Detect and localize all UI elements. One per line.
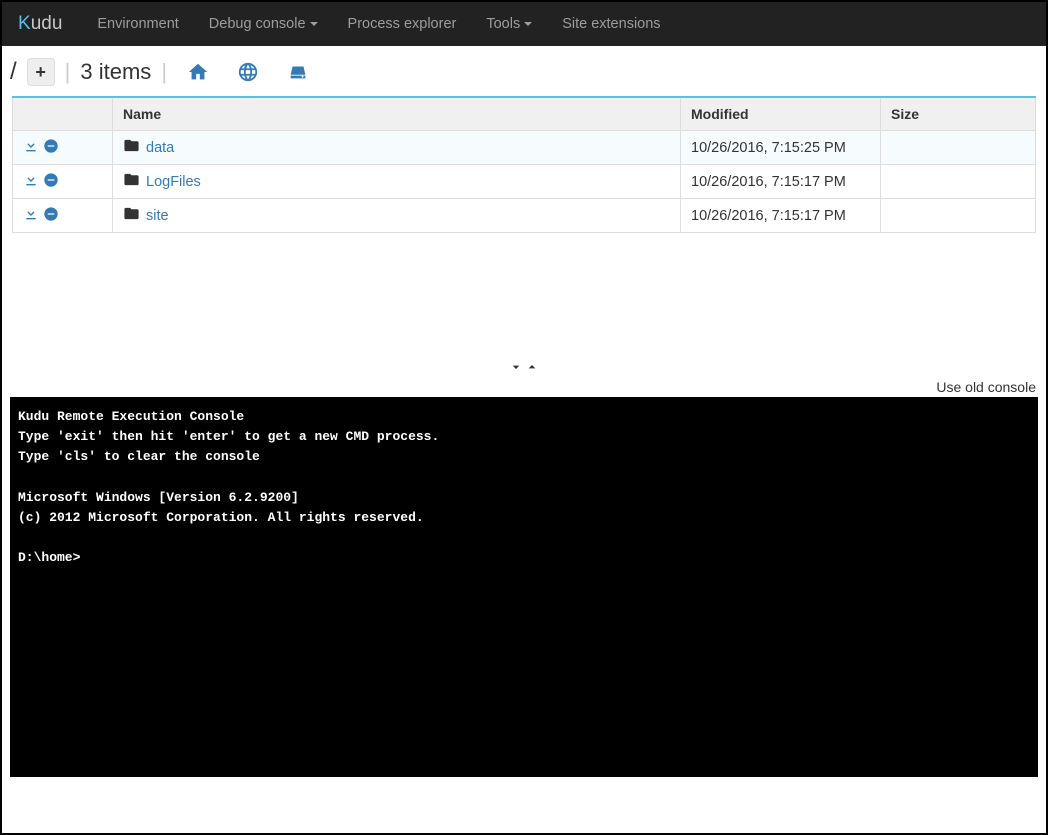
nav-item[interactable]: Tools: [471, 2, 547, 46]
folder-icon: [123, 171, 140, 192]
row-modified-cell: 10/26/2016, 7:15:17 PM: [681, 199, 881, 233]
globe-icon[interactable]: [237, 61, 259, 83]
brand-text-rest: udu: [31, 13, 63, 34]
chevron-down-icon: [508, 359, 524, 375]
folder-link[interactable]: site: [146, 208, 169, 224]
row-name-cell: site: [113, 199, 681, 233]
row-size-cell: [881, 165, 1036, 199]
path-root[interactable]: /: [10, 58, 17, 86]
nav-item[interactable]: Environment: [82, 2, 193, 46]
breadcrumb-icons: [187, 61, 309, 83]
col-name-header[interactable]: Name: [113, 97, 681, 131]
caret-icon: [524, 22, 532, 26]
folder-link[interactable]: LogFiles: [146, 174, 201, 190]
row-actions: [13, 165, 113, 199]
nav-item[interactable]: Process explorer: [333, 2, 472, 46]
row-actions: [13, 131, 113, 165]
table-row[interactable]: site 10/26/2016, 7:15:17 PM: [13, 199, 1036, 233]
nav-items: EnvironmentDebug console Process explore…: [82, 2, 675, 46]
folder-icon: [123, 137, 140, 158]
row-modified-cell: 10/26/2016, 7:15:17 PM: [681, 165, 881, 199]
table-header-row: Name Modified Size: [13, 97, 1036, 131]
row-size-cell: [881, 131, 1036, 165]
col-actions-header: [13, 97, 113, 131]
file-table-wrap: Name Modified Size data 10/26/2016, 7:15:…: [2, 96, 1046, 233]
delete-icon[interactable]: [43, 138, 59, 158]
row-name-cell: LogFiles: [113, 165, 681, 199]
delete-icon[interactable]: [43, 172, 59, 192]
row-modified-cell: 10/26/2016, 7:15:25 PM: [681, 131, 881, 165]
disk-icon[interactable]: [287, 61, 309, 83]
separator: |: [65, 59, 71, 85]
add-button[interactable]: +: [27, 58, 55, 86]
console-top-row: Use old console: [2, 377, 1046, 397]
download-icon[interactable]: [23, 172, 39, 192]
table-row[interactable]: LogFiles 10/26/2016, 7:15:17 PM: [13, 165, 1036, 199]
col-modified-header[interactable]: Modified: [681, 97, 881, 131]
resize-handle[interactable]: [2, 353, 1046, 377]
folder-icon: [123, 205, 140, 226]
delete-icon[interactable]: [43, 206, 59, 226]
row-size-cell: [881, 199, 1036, 233]
row-actions: [13, 199, 113, 233]
top-navbar: Kudu EnvironmentDebug console Process ex…: [2, 2, 1046, 46]
home-icon[interactable]: [187, 61, 209, 83]
breadcrumb-bar: / + | 3 items |: [2, 46, 1046, 96]
folder-link[interactable]: data: [146, 140, 174, 156]
row-name-cell: data: [113, 131, 681, 165]
table-row[interactable]: data 10/26/2016, 7:15:25 PM: [13, 131, 1036, 165]
file-table: Name Modified Size data 10/26/2016, 7:15:…: [12, 96, 1036, 233]
brand-logo[interactable]: Kudu: [14, 13, 74, 35]
console-terminal[interactable]: Kudu Remote Execution Console Type 'exit…: [10, 397, 1038, 777]
nav-item[interactable]: Debug console: [194, 2, 333, 46]
download-icon[interactable]: [23, 206, 39, 226]
nav-item[interactable]: Site extensions: [547, 2, 675, 46]
col-size-header[interactable]: Size: [881, 97, 1036, 131]
caret-icon: [310, 22, 318, 26]
download-icon[interactable]: [23, 138, 39, 158]
use-old-console-link[interactable]: Use old console: [936, 379, 1036, 395]
separator: |: [161, 59, 167, 85]
chevron-up-icon: [524, 359, 540, 375]
items-count: 3 items: [80, 59, 151, 85]
